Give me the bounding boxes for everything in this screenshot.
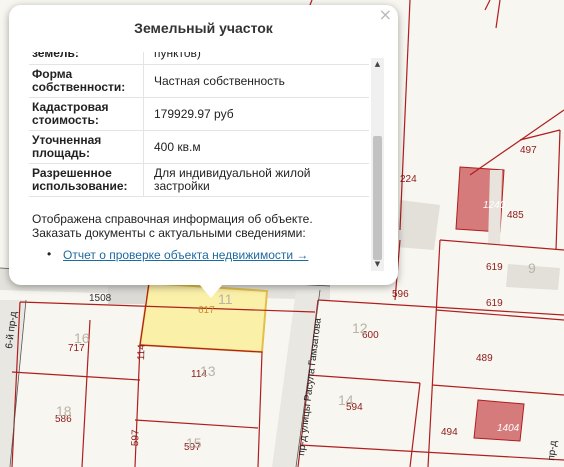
block-number: 12 [352, 320, 368, 336]
row-value: пунктов) [143, 52, 369, 65]
parcel-number: 617 [198, 305, 215, 316]
notice-line: Отображена справочная информация об объе… [32, 212, 313, 226]
row-value: 400 кв.м [143, 130, 369, 164]
block-number: 9 [528, 260, 536, 276]
parcel-number: 1404 [497, 423, 520, 434]
row-value: Для индивидуальной жилой застройки [143, 163, 369, 197]
report-link[interactable]: Отчет о проверке объекта недвижимости → [63, 248, 308, 262]
close-icon[interactable]: × [379, 7, 392, 23]
parcel-number: 619 [486, 298, 503, 309]
info-popup: Земельный участок × земель: пунктов) Фор… [9, 5, 398, 298]
parcel-number: 485 [507, 210, 524, 221]
table-row: земель: пунктов) [29, 52, 369, 65]
parcel-number: 619 [486, 262, 503, 273]
popup-tip [199, 284, 223, 298]
block-number: 14 [338, 392, 354, 408]
parcel-number: 596 [392, 289, 409, 300]
parcel-number: 497 [520, 145, 537, 156]
row-key: Разрешенное использование: [29, 163, 144, 197]
block-number: 13 [200, 363, 216, 379]
notice-text: Отображена справочная информация об объе… [32, 212, 368, 240]
bullet: • [47, 247, 52, 261]
building-grey [108, 286, 146, 304]
info-table: земель: пунктов) Форма собственности: Ча… [29, 52, 369, 197]
block-number: 16 [74, 330, 90, 346]
parcel-number: 1240 [483, 200, 506, 211]
report-list-item: • Отчет о проверке объекта недвижимости … [47, 247, 308, 262]
parcel-number: 597 [130, 429, 142, 447]
row-key: Уточненная площадь: [29, 130, 144, 164]
building-pink [473, 399, 525, 442]
row-key: Кадастровая стоимость: [29, 97, 144, 131]
table-row: Форма собственности: Частная собственнос… [29, 64, 369, 98]
scroll-up-icon[interactable]: ▲ [371, 58, 384, 71]
building-grey [396, 200, 440, 250]
table-row: Уточненная площадь: 400 кв.м [29, 130, 369, 164]
parcel-number: 489 [476, 353, 493, 364]
vertical-scrollbar[interactable]: ▲ ▼ [371, 58, 384, 271]
parcel-number: 494 [441, 427, 458, 438]
parcel-number: 114 [136, 344, 148, 361]
row-value: Частная собственность [143, 64, 369, 98]
row-key: Форма собственности: [29, 64, 144, 98]
row-key: земель: [29, 52, 144, 65]
row-value: 179929.97 руб [143, 97, 369, 131]
popup-title: Земельный участок [134, 20, 273, 36]
scroll-thumb[interactable] [373, 136, 382, 260]
block-number: 15 [186, 435, 202, 451]
scroll-down-icon[interactable]: ▼ [371, 258, 384, 271]
notice-line: Заказать документы с актуальными сведени… [32, 226, 306, 240]
table-row: Кадастровая стоимость: 179929.97 руб [29, 97, 369, 131]
block-number: 18 [56, 403, 72, 419]
parcel-number: 1508 [89, 293, 112, 304]
table-row: Разрешенное использование: Для индивидуа… [29, 163, 369, 197]
popup-scroll-area[interactable]: земель: пунктов) Форма собственности: Ча… [29, 52, 369, 277]
parcel-number: 224 [400, 174, 417, 185]
